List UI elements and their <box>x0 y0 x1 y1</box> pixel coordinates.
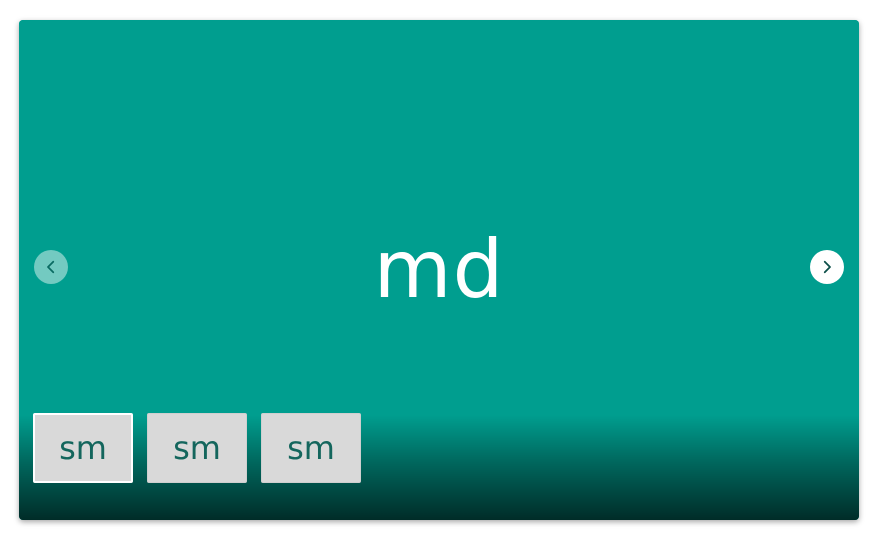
thumbnail-strip: sm sm sm <box>33 413 361 483</box>
thumbnail-1[interactable]: sm <box>33 413 133 483</box>
thumbnail-2[interactable]: sm <box>147 413 247 483</box>
thumbnail-label: sm <box>287 429 335 467</box>
chevron-left-icon <box>47 260 55 274</box>
thumbnail-label: sm <box>173 429 221 467</box>
chevron-right-icon <box>823 260 831 274</box>
next-slide-button[interactable] <box>810 250 844 284</box>
slide-label: md <box>373 223 505 316</box>
previous-slide-button[interactable] <box>34 250 68 284</box>
thumbnail-label: sm <box>59 429 107 467</box>
thumbnail-3[interactable]: sm <box>261 413 361 483</box>
